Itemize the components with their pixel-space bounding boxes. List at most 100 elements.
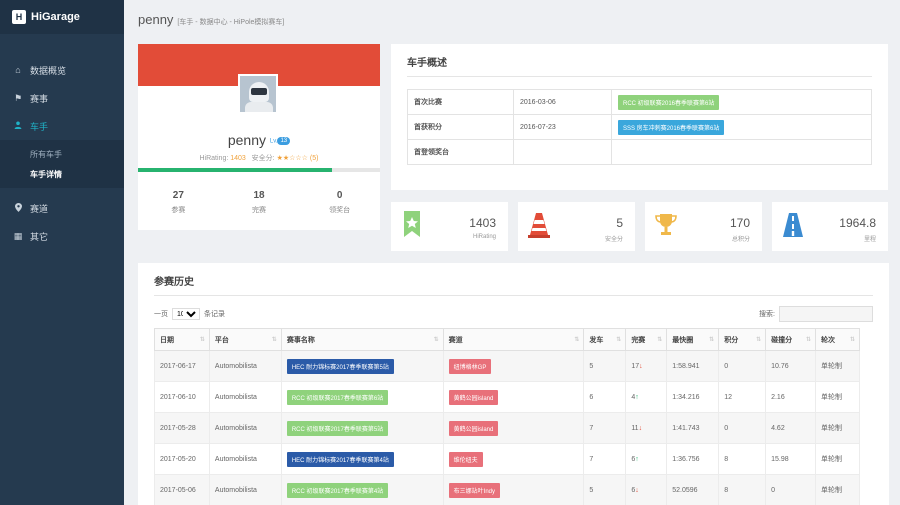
table-row: 2017-06-10 Automobilista RCC 初级联赛2017春季联赛第… [154,381,860,413]
sidebar-item-label: 车手 [30,121,49,132]
event-tag[interactable]: HEC 耐力锦标赛2017春季联赛第5站 [286,358,394,374]
cell-track: 维伦纽夫 [442,443,585,475]
cell-platform: Automobilista [208,381,282,413]
cell-finish: 11↓ [625,412,668,444]
cell-fastest-lap: 52.0596 [666,474,720,505]
flag-icon: ⚑ [13,92,23,103]
sidebar-item-label: 数据概览 [30,65,67,76]
cell-start: 7 [583,412,627,444]
per-page-select[interactable]: 10 [172,308,200,320]
column-header-date[interactable]: 日期 ⇅ [154,328,210,351]
cell-collision: 2.16 [765,381,817,413]
event-tag[interactable]: HEC 耐力锦标赛2017春季联赛第4站 [286,451,394,467]
column-header-fastest-lap[interactable]: 最快圈 ⇅ [666,328,720,351]
sidebar-item-events[interactable]: ⚑ 赛事 [0,84,124,112]
track-tag[interactable]: 布三娜站叶Indy [448,482,501,498]
cell-event: RCC 初级联赛2017春季联赛第6站 [280,381,444,413]
trend-up-icon: ↑ [635,455,639,463]
column-header-track[interactable]: 赛道 ⇅ [442,328,585,351]
experience-progress-bar [138,168,380,172]
experience-progress-fill [138,168,332,172]
page-header: penny [车手 - 数据中心 - HiPole模拟赛车] [138,12,284,27]
stat-card-safety: 5 安全分 [518,202,635,251]
column-header-label: 碰撞分 [771,336,793,344]
cell-event: HEC 耐力锦标赛2017春季联赛第4站 [280,443,444,475]
sidebar-item-label: 赛道 [30,203,49,214]
driver-overview-panel: 车手概述 首次比赛 2016-03-06 RCC 初级联赛2016春季联赛第6站… [391,44,888,190]
cell-event: HEC 耐力锦标赛2017春季联赛第5站 [280,350,444,382]
cell-platform: Automobilista [208,412,282,444]
overview-date [513,139,612,165]
cell-platform: Automobilista [208,443,282,475]
sidebar-subitem-all-drivers[interactable]: 所有车手 [0,144,124,164]
driver-name: penny [227,132,266,148]
trend-down-icon: ↓ [638,424,643,432]
column-header-label: 日期 [160,336,174,344]
safety-label: 安全分: [251,155,275,162]
cell-platform: Automobilista [208,474,282,505]
overview-row: 首登领奖台 [407,139,872,165]
track-tag[interactable]: 黄鹤公园island [448,420,499,436]
event-badge[interactable]: SSS 房车冲刺赛2016春季联赛第6站 [618,119,725,135]
avatar-visor-shape [251,88,267,95]
event-tag[interactable]: RCC 初级联赛2017春季联赛第6站 [286,389,389,405]
stat-value: 27 [172,190,184,201]
column-header-platform[interactable]: 平台 ⇅ [208,328,282,351]
cell-date: 2017-05-06 [154,474,210,505]
cell-track: 布三娜站叶Indy [442,474,585,505]
grid-icon: ▦ [13,230,23,241]
table-header-row: 日期 ⇅ 平台 ⇅ 赛事名称 ⇅ 赛道 ⇅ 发车 ⇅ 完赛 ⇅ 最快圈 ⇅ 积分 ⇅ 碰撞分 ⇅ … [154,328,860,351]
overview-row: 首次比赛 2016-03-06 RCC 初级联赛2016春季联赛第6站 [407,89,872,115]
sidebar-submenu: 所有车手 车手详情 [0,140,124,188]
column-header-points[interactable]: 积分 ⇅ [718,328,767,351]
column-header-label: 平台 [214,336,229,344]
stat-label: 领奖台 [329,207,351,214]
sidebar-item-tracks[interactable]: 赛道 [0,194,124,222]
overview-key: 首次比赛 [407,89,514,115]
track-tag[interactable]: 纽博格林GP [448,358,492,374]
stat-value: 0 [336,190,343,201]
stat-card-label: HiRating [472,234,496,240]
trend-down-icon: ↓ [635,486,639,494]
cell-start: 6 [583,381,627,413]
column-header-label: 最快圈 [672,336,694,344]
column-header-start[interactable]: 发车 ⇅ [583,328,627,351]
stat-card-points: 170 总积分 [645,202,762,251]
cell-round: 单轮制 [815,381,860,413]
app-logo[interactable]: H HiGarage [0,0,124,34]
cell-collision: 15.98 [765,443,817,475]
event-tag[interactable]: RCC 初级联赛2017春季联赛第5站 [286,420,389,436]
cell-platform: Automobilista [208,350,282,382]
user-icon [12,121,24,131]
sort-icon: ⇅ [849,337,855,343]
overview-key: 首登领奖台 [407,139,514,165]
sidebar-item-overview[interactable]: ⌂ 数据概览 [0,56,124,84]
event-tag[interactable]: RCC 初级联赛2017春季联赛第4站 [286,482,389,498]
driver-name-row: penny Lv. 13 [138,132,380,148]
user-icon-shape [14,121,22,129]
search-wrap: 搜索: [759,306,873,322]
track-tag[interactable]: 维伦纽夫 [448,451,483,467]
trend-up-icon: ↑ [635,393,639,401]
overview-date: 2016-03-06 [513,89,612,115]
sidebar-subitem-driver-detail[interactable]: 车手详情 [0,164,124,184]
column-header-collision[interactable]: 碰撞分 ⇅ [765,328,817,351]
stat-finishes: 18 完赛 [219,190,300,215]
column-header-round[interactable]: 轮次 ⇅ [815,328,860,351]
history-title: 参赛历史 [154,273,873,296]
track-tag[interactable]: 黄鹤公园island [448,389,499,405]
column-header-event[interactable]: 赛事名称 ⇅ [280,328,444,351]
stat-card-value: 5 [616,216,623,230]
event-badge[interactable]: RCC 初级联赛2016春季联赛第6站 [618,94,720,110]
cell-event: RCC 初级联赛2017春季联赛第4站 [280,474,444,505]
cell-finish: 17↓ [625,350,668,382]
sort-icon: ⇅ [805,337,812,343]
cell-round: 单轮制 [815,474,860,505]
avatar-body-shape [245,102,273,112]
sidebar-item-drivers[interactable]: 车手 [0,112,124,140]
search-input[interactable] [779,306,873,322]
sort-icon: ⇅ [756,337,762,343]
avatar[interactable] [238,74,278,114]
column-header-finish[interactable]: 完赛 ⇅ [625,328,668,351]
sidebar-item-other[interactable]: ▦ 其它 [0,222,124,250]
